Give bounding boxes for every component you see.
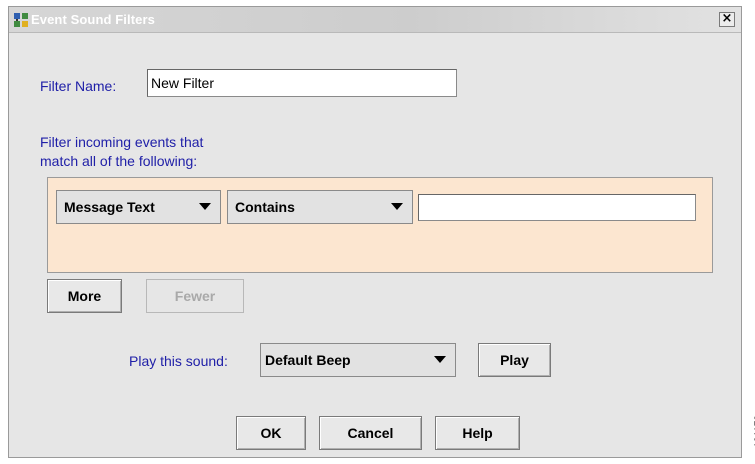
chevron-down-icon bbox=[391, 203, 403, 210]
criteria-panel: Message Text Contains bbox=[47, 177, 713, 273]
title-bar[interactable]: Event Sound Filters × bbox=[9, 7, 741, 33]
filter-name-input[interactable] bbox=[147, 69, 457, 97]
criteria-heading-line2: match all of the following: bbox=[40, 153, 198, 169]
chevron-down-icon bbox=[199, 203, 211, 210]
fewer-button[interactable]: Fewer bbox=[146, 279, 244, 313]
criteria-value-input[interactable] bbox=[418, 194, 696, 221]
operator-select-value: Contains bbox=[235, 199, 295, 215]
sound-select[interactable]: Default Beep bbox=[260, 343, 456, 377]
play-sound-label: Play this sound: bbox=[129, 353, 228, 369]
close-button[interactable]: × bbox=[719, 12, 735, 27]
criteria-heading-line1: Filter incoming events that bbox=[40, 134, 204, 150]
filter-name-label: Filter Name: bbox=[40, 78, 117, 94]
cancel-button[interactable]: Cancel bbox=[319, 416, 422, 450]
close-icon: × bbox=[721, 11, 733, 26]
chevron-down-icon bbox=[434, 356, 446, 363]
help-button[interactable]: Help bbox=[435, 416, 520, 450]
app-icon bbox=[14, 13, 28, 27]
event-sound-filters-dialog: Event Sound Filters × Filter Name: Filte… bbox=[8, 6, 742, 458]
more-button[interactable]: More bbox=[47, 279, 122, 313]
dialog-title: Event Sound Filters bbox=[31, 12, 155, 27]
operator-select[interactable]: Contains bbox=[227, 190, 413, 224]
sound-select-value: Default Beep bbox=[265, 352, 351, 368]
field-select-value: Message Text bbox=[64, 199, 155, 215]
play-button[interactable]: Play bbox=[478, 343, 551, 377]
field-select[interactable]: Message Text bbox=[56, 190, 221, 224]
ok-button[interactable]: OK bbox=[236, 416, 306, 450]
